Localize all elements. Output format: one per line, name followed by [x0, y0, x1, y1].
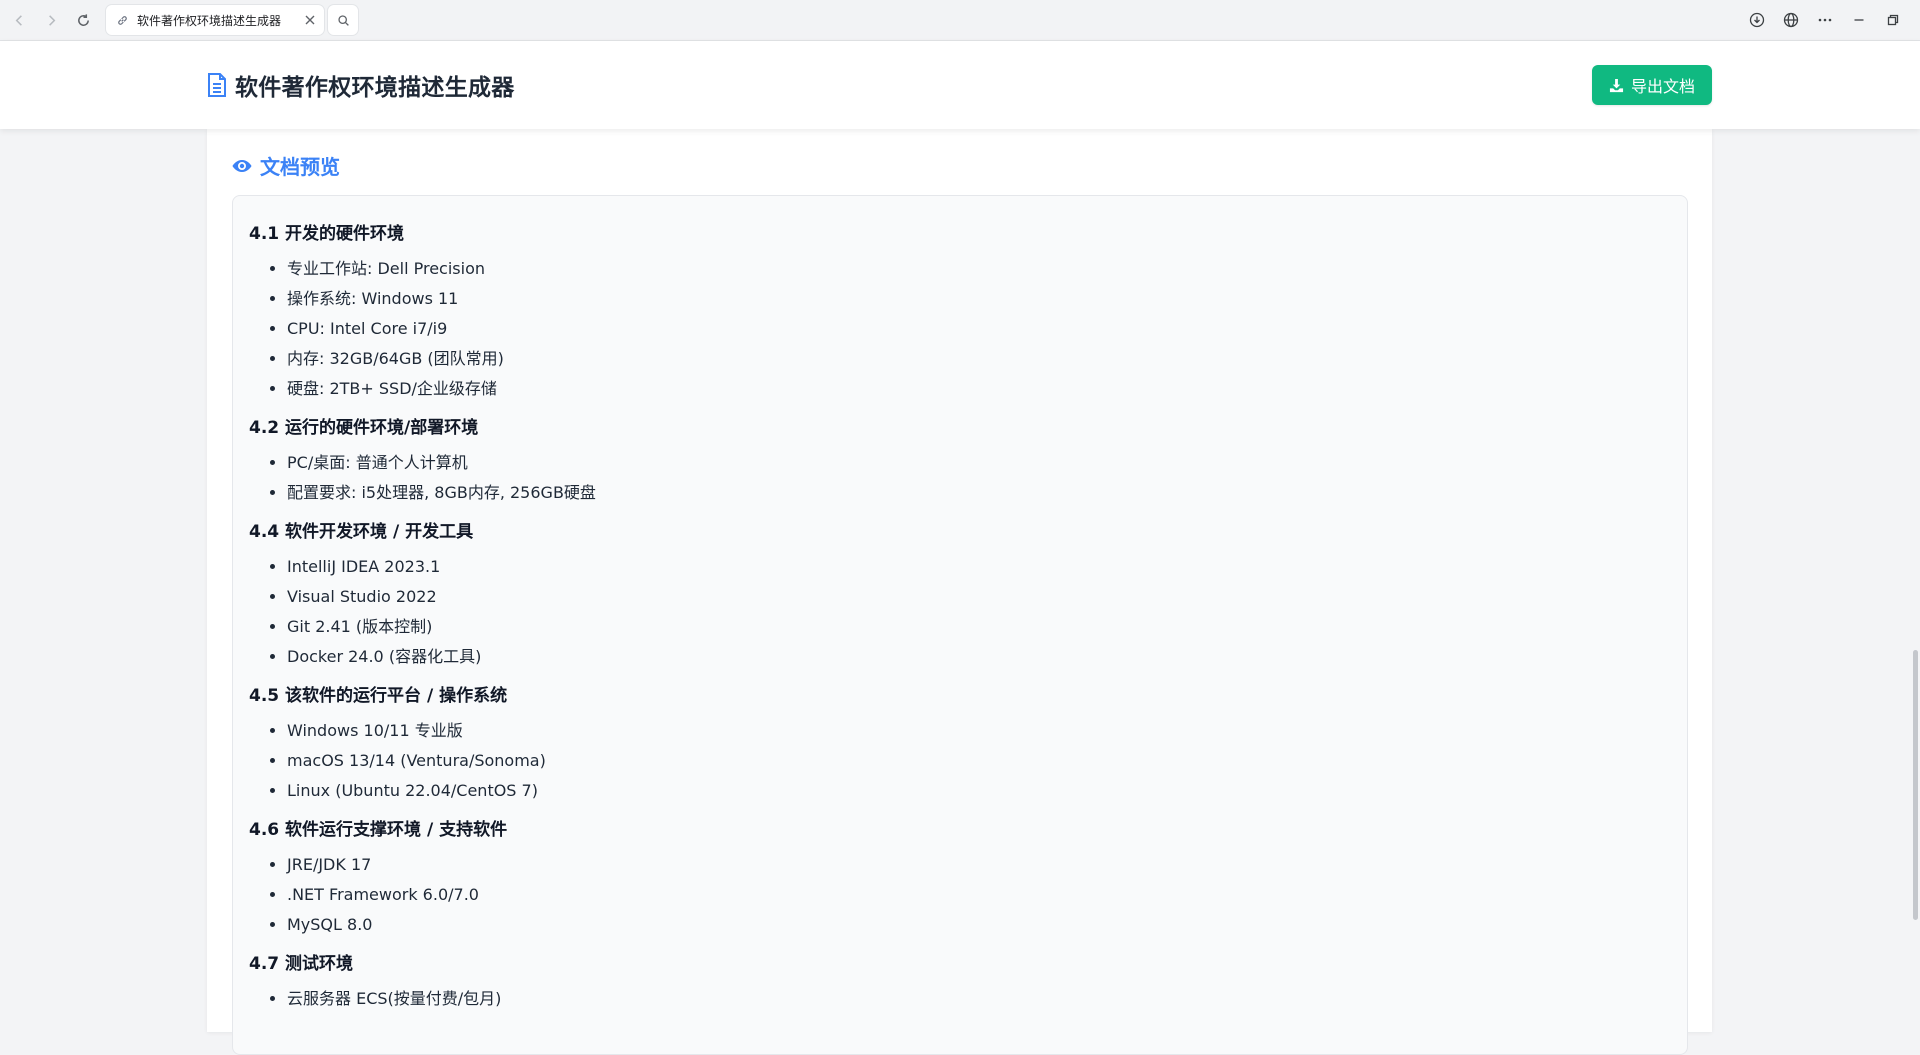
forward-button[interactable] [38, 7, 64, 33]
list-item: PC/桌面: 普通个人计算机 [287, 448, 1671, 478]
list-item: .NET Framework 6.0/7.0 [287, 880, 1671, 910]
browser-toolbar: 软件著作权环境描述生成器 [0, 0, 1920, 41]
list-item: 内存: 32GB/64GB (团队常用) [287, 344, 1671, 374]
app-header: 软件著作权环境描述生成器 导出文档 [0, 41, 1920, 129]
page-scrollbar-thumb[interactable] [1913, 650, 1918, 920]
page-title: 软件著作权环境描述生成器 [235, 75, 515, 101]
item-list: PC/桌面: 普通个人计算机 配置要求: i5处理器, 8GB内存, 256GB… [249, 448, 1671, 508]
translate-button[interactable] [1774, 5, 1808, 35]
list-item: MySQL 8.0 [287, 910, 1671, 940]
list-item: 专业工作站: Dell Precision [287, 254, 1671, 284]
list-item: Visual Studio 2022 [287, 582, 1671, 612]
preview-section: 4.4 软件开发环境 / 开发工具 IntelliJ IDEA 2023.1 V… [249, 520, 1671, 672]
arrow-left-icon [15, 14, 22, 26]
list-item: 硬盘: 2TB+ SSD/企业级存储 [287, 374, 1671, 404]
section-heading: 4.1 开发的硬件环境 [249, 224, 405, 244]
eye-icon [232, 159, 252, 172]
preview-section: 4.2 运行的硬件环境/部署环境 PC/桌面: 普通个人计算机 配置要求: i5… [249, 416, 1671, 508]
preview-section: 4.5 该软件的运行平台 / 操作系统 Windows 10/11 专业版 ma… [249, 684, 1671, 806]
document-icon [208, 73, 226, 97]
section-title: 文档预览 [260, 155, 340, 179]
tab-search-button[interactable] [328, 5, 358, 35]
minimize-icon [1854, 19, 1864, 21]
tab-title: 软件著作权环境描述生成器 [137, 13, 282, 28]
downloads-button[interactable] [1740, 5, 1774, 35]
list-item: Windows 10/11 专业版 [287, 716, 1671, 746]
list-item: Git 2.41 (版本控制) [287, 612, 1671, 642]
list-item: Docker 24.0 (容器化工具) [287, 642, 1671, 672]
list-item: JRE/JDK 17 [287, 850, 1671, 880]
link-icon [118, 15, 127, 25]
document-preview: 4.1 开发的硬件环境 专业工作站: Dell Precision 操作系统: … [232, 195, 1688, 1055]
reload-icon [77, 13, 89, 26]
reload-button[interactable] [70, 7, 96, 33]
item-list: 云服务器 ECS(按量付费/包月) [249, 984, 1671, 1014]
list-item: 云服务器 ECS(按量付费/包月) [287, 984, 1671, 1014]
preview-section: 4.1 开发的硬件环境 专业工作站: Dell Precision 操作系统: … [249, 222, 1671, 404]
browser-tab[interactable]: 软件著作权环境描述生成器 [106, 5, 324, 35]
close-icon[interactable] [304, 14, 316, 26]
list-item: IntelliJ IDEA 2023.1 [287, 552, 1671, 582]
section-heading: 4.2 运行的硬件环境/部署环境 [249, 418, 479, 438]
list-item: CPU: Intel Core i7/i9 [287, 314, 1671, 344]
globe-icon [1783, 12, 1799, 28]
section-heading: 4.7 测试环境 [249, 954, 354, 974]
item-list: Windows 10/11 专业版 macOS 13/14 (Ventura/S… [249, 716, 1671, 806]
preview-section: 4.6 软件运行支撑环境 / 支持软件 JRE/JDK 17 .NET Fram… [249, 818, 1671, 940]
item-list: IntelliJ IDEA 2023.1 Visual Studio 2022 … [249, 552, 1671, 672]
download-icon [1609, 78, 1624, 92]
download-icon [1749, 12, 1765, 28]
preview-header: 文档预览 [232, 151, 340, 180]
restore-button[interactable] [1876, 5, 1910, 35]
search-icon [337, 14, 349, 26]
list-item: Linux (Ubuntu 22.04/CentOS 7) [287, 776, 1671, 806]
export-button[interactable]: 导出文档 [1592, 65, 1712, 105]
preview-section: 4.7 测试环境 云服务器 ECS(按量付费/包月) [249, 952, 1671, 1014]
list-item: macOS 13/14 (Ventura/Sonoma) [287, 746, 1671, 776]
arrow-right-icon [48, 14, 55, 26]
preview-card: 文档预览 4.1 开发的硬件环境 专业工作站: Dell Precision 操… [207, 129, 1712, 1055]
list-item: 配置要求: i5处理器, 8GB内存, 256GB硬盘 [287, 478, 1671, 508]
browser-controls [1740, 5, 1920, 35]
section-heading: 4.6 软件运行支撑环境 / 支持软件 [249, 820, 508, 840]
back-button[interactable] [6, 7, 32, 33]
export-button-label: 导出文档 [1630, 77, 1695, 96]
list-item: 操作系统: Windows 11 [287, 284, 1671, 314]
more-button[interactable] [1808, 5, 1842, 35]
item-list: JRE/JDK 17 .NET Framework 6.0/7.0 MySQL … [249, 850, 1671, 940]
item-list: 专业工作站: Dell Precision 操作系统: Windows 11 C… [249, 254, 1671, 404]
minimize-button[interactable] [1842, 5, 1876, 35]
brand: 软件著作权环境描述生成器 [207, 68, 515, 102]
section-heading: 4.4 软件开发环境 / 开发工具 [249, 522, 474, 542]
restore-icon [1887, 14, 1899, 26]
section-heading: 4.5 该软件的运行平台 / 操作系统 [249, 686, 508, 706]
more-icon [1818, 18, 1832, 22]
